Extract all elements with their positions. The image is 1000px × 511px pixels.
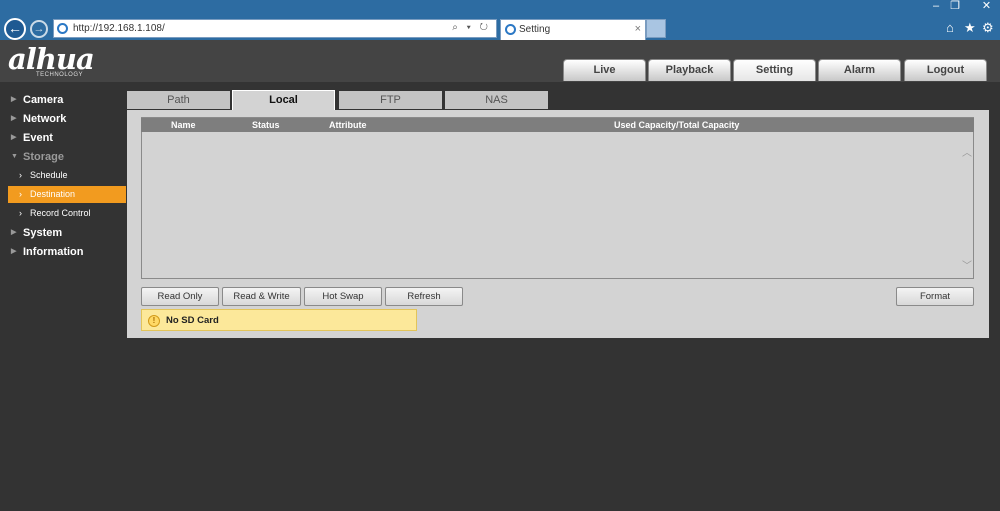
expand-arrow-icon: ▶ <box>11 248 17 255</box>
status-notice: ! No SD Card <box>141 309 417 331</box>
scroll-down-icon[interactable]: ﹀ <box>962 257 972 272</box>
gear-icon[interactable]: ⚙ <box>982 20 994 36</box>
address-tools[interactable]: ⌕ ▾ ↻ <box>452 22 491 33</box>
scroll-up-icon[interactable]: ︿ <box>962 144 972 159</box>
restore-icon[interactable]: ❐ <box>944 0 966 14</box>
chevron-right-icon: › <box>19 208 22 218</box>
tab-local[interactable]: Local <box>232 90 335 111</box>
chevron-right-icon: › <box>19 170 22 180</box>
sidebar-subitem-label: Record Control <box>30 208 91 218</box>
tab-alarm[interactable]: Alarm <box>818 59 901 81</box>
column-header-attribute: Attribute <box>329 120 367 130</box>
expand-arrow-icon: ▶ <box>11 115 17 122</box>
tab-title: Setting <box>519 24 551 35</box>
expand-arrow-icon: ▶ <box>11 96 17 103</box>
new-tab-button[interactable] <box>646 19 666 38</box>
sidebar-item-label: Network <box>23 113 67 125</box>
tab-path[interactable]: Path <box>127 91 230 109</box>
table-header: Name Status Attribute Used Capacity/Tota… <box>141 118 974 132</box>
sidebar-item-system[interactable]: ▶ System <box>0 224 126 242</box>
address-url[interactable]: http://192.168.1.108/ <box>73 23 165 34</box>
logo-subtitle: TECHNOLOGY <box>36 72 84 78</box>
warning-icon: ! <box>148 315 160 327</box>
sidebar-subitem-label: Destination <box>30 189 76 199</box>
sidebar-item-label: System <box>23 227 63 239</box>
collapse-arrow-icon: ▼ <box>11 153 18 160</box>
sidebar-subitem-record-control[interactable]: › Record Control <box>8 205 126 222</box>
hot-swap-button[interactable]: Hot Swap <box>304 287 382 306</box>
sidebar-item-label: Event <box>23 132 53 144</box>
column-header-capacity: Used Capacity/Total Capacity <box>614 120 740 130</box>
ie-icon <box>57 23 68 34</box>
chevron-right-icon: › <box>19 189 22 199</box>
sidebar-item-label: Camera <box>23 94 64 106</box>
browser-tab[interactable]: Setting × <box>500 19 646 40</box>
sidebar-item-label: Storage <box>23 151 64 163</box>
tab-logout[interactable]: Logout <box>904 59 987 81</box>
sidebar-item-camera[interactable]: ▶ Camera <box>0 91 126 109</box>
star-icon[interactable]: ★ <box>964 20 976 36</box>
sidebar-item-storage[interactable]: ▼ Storage <box>0 148 126 166</box>
column-header-status: Status <box>252 120 280 130</box>
browser-toolbar: ‒ ❐ ✕ ← → http://192.168.1.108/ ⌕ ▾ ↻ Se… <box>0 0 1000 40</box>
ie-icon <box>505 24 516 35</box>
read-write-button[interactable]: Read & Write <box>222 287 301 306</box>
forward-icon[interactable]: → <box>30 20 48 38</box>
column-header-name: Name <box>171 120 196 130</box>
tab-nas[interactable]: NAS <box>445 91 548 109</box>
back-icon[interactable]: ← <box>4 18 26 40</box>
address-bar[interactable]: http://192.168.1.108/ ⌕ ▾ ↻ <box>53 19 497 38</box>
tab-playback[interactable]: Playback <box>648 59 731 81</box>
read-only-button[interactable]: Read Only <box>141 287 219 306</box>
sidebar-item-label: Information <box>23 246 84 258</box>
logo: alhua <box>8 42 95 76</box>
storage-table[interactable] <box>141 117 974 279</box>
sidebar-subitem-label: Schedule <box>30 170 68 180</box>
tab-setting[interactable]: Setting <box>733 59 816 81</box>
expand-arrow-icon: ▶ <box>11 134 17 141</box>
tab-live[interactable]: Live <box>563 59 646 81</box>
sidebar-item-event[interactable]: ▶ Event <box>0 129 126 147</box>
notice-text: No SD Card <box>166 315 219 326</box>
expand-arrow-icon: ▶ <box>11 229 17 236</box>
close-window-icon[interactable]: ✕ <box>973 0 1000 14</box>
tab-ftp[interactable]: FTP <box>339 91 442 109</box>
sidebar-item-information[interactable]: ▶ Information <box>0 243 126 261</box>
sidebar-subitem-schedule[interactable]: › Schedule <box>8 167 126 184</box>
sidebar-subitem-destination[interactable]: › Destination <box>8 186 126 203</box>
close-tab-icon[interactable]: × <box>635 23 641 35</box>
format-button[interactable]: Format <box>896 287 974 306</box>
refresh-button[interactable]: Refresh <box>385 287 463 306</box>
sidebar-item-network[interactable]: ▶ Network <box>0 110 126 128</box>
home-icon[interactable]: ⌂ <box>946 20 954 35</box>
